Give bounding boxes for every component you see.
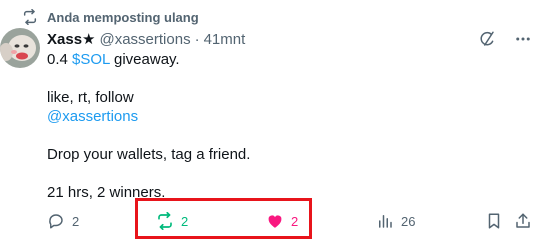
tweet-line-1: 0.4 $SOL giveaway. <box>47 50 527 69</box>
repost-icon <box>22 9 38 25</box>
share-icon <box>514 212 532 230</box>
reply-count: 2 <box>72 213 80 229</box>
bookmark-button[interactable] <box>485 211 503 231</box>
tweet-text-span: giveaway. <box>109 51 180 68</box>
repost-context[interactable]: Anda memposting ulang <box>22 9 199 25</box>
reply-icon <box>47 212 65 230</box>
tweet-line-2: like, rt, follow <box>47 89 134 106</box>
post-time[interactable]: 41mnt <box>204 31 246 48</box>
tweet-text-span: 0.4 <box>47 51 73 68</box>
mention-link[interactable]: @xassertions <box>47 107 527 126</box>
author-name[interactable]: Xass★ <box>47 30 95 48</box>
tweet-line-4: Drop your wallets, tag a friend. <box>47 146 251 163</box>
tweet-text: 0.4 $SOL giveaway. like, rt, follow @xas… <box>47 50 527 202</box>
analytics-icon <box>376 212 394 230</box>
share-button[interactable] <box>514 211 532 231</box>
highlight-annotation <box>135 198 312 239</box>
more-icon[interactable] <box>514 30 532 48</box>
separator-dot: · <box>194 30 200 48</box>
bookmark-icon <box>485 212 503 230</box>
reply-button[interactable]: 2 <box>47 211 79 231</box>
author-handle[interactable]: @xassertions <box>99 31 190 48</box>
views-button[interactable]: 26 <box>376 211 415 231</box>
avatar[interactable] <box>0 28 40 68</box>
grok-icon[interactable] <box>478 30 496 48</box>
tweet-header: Xass★ @xassertions · 41mnt <box>47 29 532 49</box>
repost-context-text: Anda memposting ulang <box>47 9 199 25</box>
views-count: 26 <box>401 213 416 229</box>
cashtag-link[interactable]: $SOL <box>72 51 110 68</box>
